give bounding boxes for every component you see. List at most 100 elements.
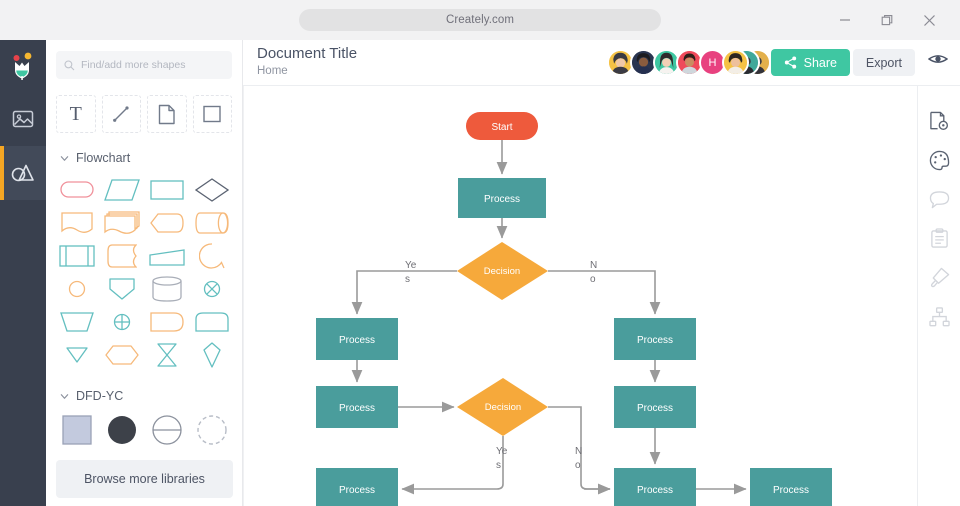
browser-title-bar: Creately.com — [0, 0, 960, 40]
creately-app-window: Creately.com — [0, 0, 960, 506]
maximize-icon[interactable] — [866, 0, 908, 40]
edge-label-yes-1: Ye — [405, 260, 417, 271]
shape-multi-document[interactable] — [99, 206, 144, 239]
color-palette-icon[interactable] — [918, 141, 960, 180]
address-bar[interactable]: Creately.com — [299, 9, 661, 31]
search-input[interactable]: Find/add more shapes — [56, 51, 232, 79]
shape-circle-loop[interactable] — [189, 239, 234, 272]
shape-shield-down[interactable] — [99, 272, 144, 305]
address-bar-text: Creately.com — [446, 14, 514, 26]
node-process-8[interactable]: Process — [750, 468, 832, 506]
text-tool-glyph: T — [70, 103, 82, 126]
shape-wave-card[interactable] — [99, 239, 144, 272]
edge-label-yes-2: Ye — [496, 446, 508, 457]
svg-text:Decision: Decision — [485, 402, 521, 413]
share-button[interactable]: Share — [771, 49, 850, 76]
search-placeholder: Find/add more shapes — [81, 59, 185, 71]
shape-small-circle[interactable] — [54, 272, 99, 305]
shapes-icon[interactable] — [0, 146, 46, 200]
node-process-2[interactable]: Process — [316, 318, 398, 360]
shape-hourglass[interactable] — [144, 338, 189, 371]
svg-text:Process: Process — [637, 485, 673, 496]
document-settings-icon[interactable] — [918, 102, 960, 141]
node-process-6[interactable]: Process — [614, 386, 696, 428]
shape-parallelogram[interactable] — [99, 173, 144, 206]
shape-split-circle[interactable] — [144, 413, 189, 446]
paintbrush-icon[interactable] — [918, 258, 960, 297]
svg-text:Process: Process — [637, 403, 673, 414]
shape-filled-circle[interactable] — [99, 413, 144, 446]
chevron-down-icon — [60, 154, 69, 163]
svg-text:Process: Process — [339, 403, 375, 414]
group-title-dfd-yc: DFD-YC — [76, 389, 123, 403]
export-button-label: Export — [866, 56, 902, 70]
shape-library-panel: Find/add more shapes T — [46, 40, 243, 506]
svg-text:Decision: Decision — [484, 266, 520, 277]
line-icon — [110, 103, 132, 125]
edge-label-no-1: N — [590, 260, 597, 271]
node-start[interactable]: Start — [466, 112, 538, 140]
node-process-4[interactable]: Process — [316, 468, 398, 506]
svg-text:Process: Process — [339, 485, 375, 496]
breadcrumb[interactable]: Home — [257, 65, 288, 77]
shape-circle-plus[interactable] — [99, 305, 144, 338]
shape-grid-dfd-yc — [54, 413, 234, 446]
connectors — [357, 140, 746, 489]
share-button-label: Share — [804, 56, 837, 70]
svg-text:Process: Process — [773, 485, 809, 496]
shape-database[interactable] — [144, 272, 189, 305]
shape-rhombus-small[interactable] — [189, 338, 234, 371]
comment-icon[interactable] — [918, 180, 960, 219]
shape-hexagon-flag[interactable] — [144, 206, 189, 239]
note-tool-button[interactable] — [147, 95, 187, 133]
shape-filled-square[interactable] — [54, 413, 99, 446]
window-controls — [824, 0, 950, 40]
note-icon — [158, 104, 176, 125]
eye-icon[interactable] — [928, 52, 948, 71]
shape-dashed-circle[interactable] — [189, 413, 234, 446]
export-button[interactable]: Export — [853, 49, 915, 76]
text-tool-button[interactable]: T — [56, 95, 96, 133]
svg-text:Start: Start — [491, 122, 512, 133]
shape-rectangle[interactable] — [144, 173, 189, 206]
shape-trapezoid[interactable] — [54, 305, 99, 338]
notes-icon[interactable] — [918, 219, 960, 258]
shape-rounded-top[interactable] — [189, 305, 234, 338]
edge-label-yes-1b: s — [405, 274, 410, 285]
node-process-7[interactable]: Process — [614, 468, 696, 506]
edge-label-no-2b: o — [575, 460, 581, 471]
line-tool-button[interactable] — [102, 95, 142, 133]
rectangle-tool-button[interactable] — [193, 95, 233, 133]
quick-tools-row: T — [56, 95, 232, 133]
svg-text:Process: Process — [484, 194, 520, 205]
shape-rounded-left[interactable] — [144, 305, 189, 338]
node-decision-2[interactable]: Decision — [457, 378, 548, 436]
group-header-flowchart[interactable]: Flowchart — [60, 151, 242, 165]
diagram-canvas[interactable]: Start Process Decision Process Process P… — [243, 86, 917, 506]
node-decision-1[interactable]: Decision — [457, 242, 548, 300]
minimize-icon[interactable] — [824, 0, 866, 40]
shape-tape[interactable] — [189, 206, 234, 239]
avatar[interactable] — [722, 49, 749, 76]
shape-trapezoid-right[interactable] — [144, 239, 189, 272]
group-header-dfd-yc[interactable]: DFD-YC — [60, 389, 242, 403]
node-process-3[interactable]: Process — [316, 386, 398, 428]
flowchart-diagram: Start Process Decision Process Process P… — [244, 86, 917, 506]
shape-circle-x[interactable] — [189, 272, 234, 305]
shape-document[interactable] — [54, 206, 99, 239]
shape-terminator[interactable] — [54, 173, 99, 206]
chevron-down-icon — [60, 392, 69, 401]
node-process-1[interactable]: Process — [458, 178, 546, 218]
shape-hexagon[interactable] — [99, 338, 144, 371]
page-title[interactable]: Document Title — [257, 45, 357, 62]
shape-predefined-process[interactable] — [54, 239, 99, 272]
shape-triangle-down[interactable] — [54, 338, 99, 371]
shape-diamond[interactable] — [189, 173, 234, 206]
creately-logo-icon[interactable] — [0, 40, 46, 92]
close-icon[interactable] — [908, 0, 950, 40]
left-icon-rail — [0, 40, 46, 506]
node-process-5[interactable]: Process — [614, 318, 696, 360]
image-icon[interactable] — [0, 92, 46, 146]
hierarchy-icon[interactable] — [918, 297, 960, 336]
browse-more-libraries-button[interactable]: Browse more libraries — [56, 460, 233, 498]
